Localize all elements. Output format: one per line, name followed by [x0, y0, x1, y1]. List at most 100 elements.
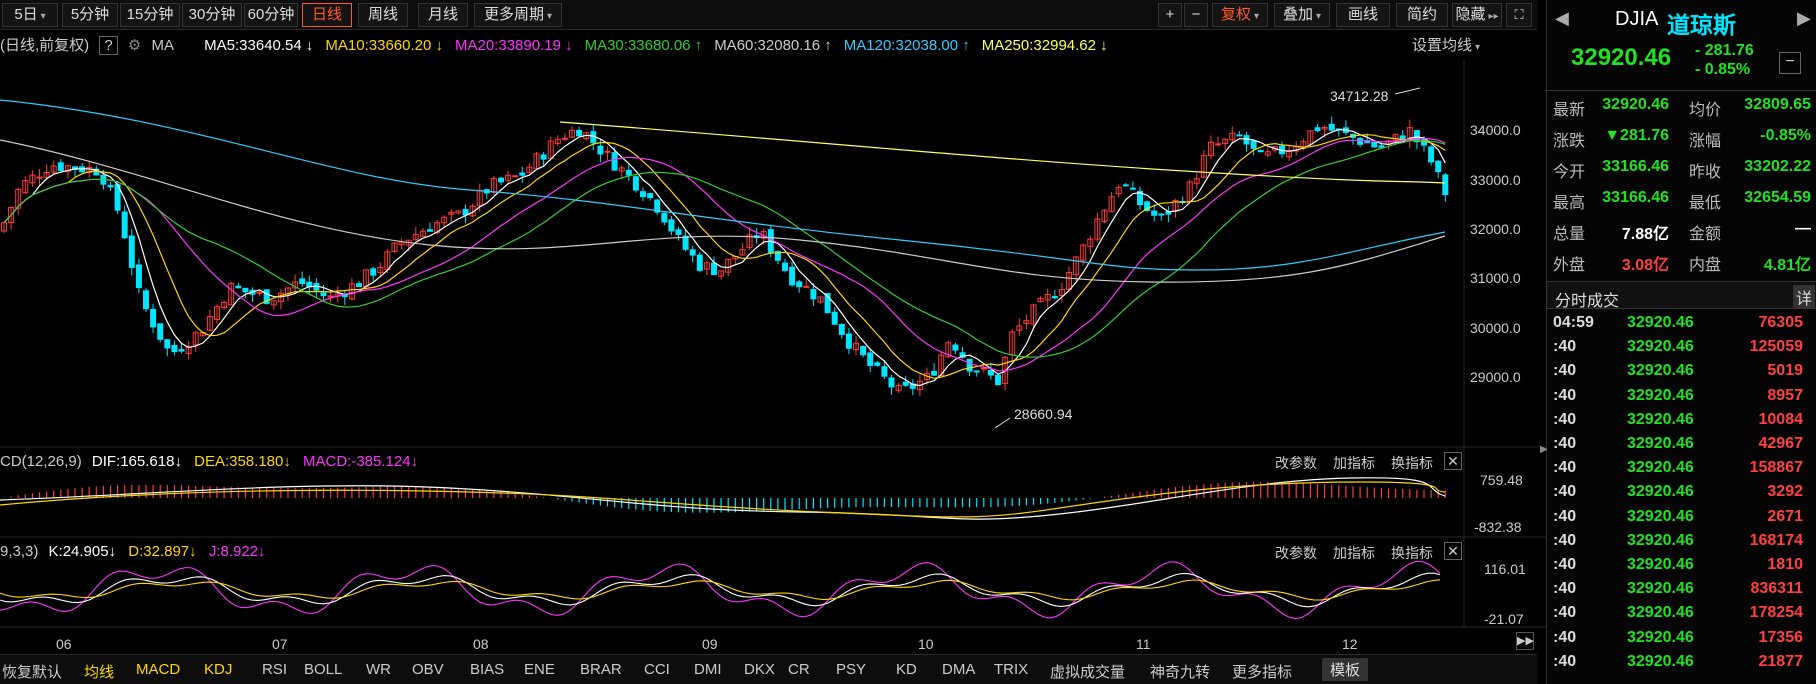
tick-volume: 836311 — [1750, 580, 1803, 598]
macd-switch-indicator-button[interactable]: 换指标 — [1391, 453, 1433, 473]
candle-body — [128, 235, 135, 268]
candle-body — [512, 175, 519, 178]
candle-body — [171, 344, 178, 353]
candle-body — [661, 212, 668, 223]
candle-body — [696, 254, 703, 271]
indicator-tab[interactable]: CCI — [644, 661, 670, 678]
indicator-tab[interactable]: OBV — [412, 661, 444, 678]
tick-row: :40 32920.46 5019 — [1547, 362, 1816, 386]
candle-body — [782, 262, 788, 271]
candle-body — [711, 262, 717, 276]
tick-volume: 2671 — [1767, 507, 1803, 525]
candle-body — [845, 333, 852, 349]
remove-watchlist-button[interactable]: − — [1779, 52, 1801, 74]
tick-price: 32920.46 — [1627, 459, 1694, 477]
tick-row: :40 32920.46 10084 — [1547, 411, 1816, 435]
tick-time: :40 — [1553, 459, 1577, 477]
ma5-line — [3, 129, 1446, 387]
scroll-right-icon[interactable]: ▶▶ — [1516, 632, 1534, 650]
stat-value: 4.81亿 — [1763, 257, 1811, 274]
tick-volume: 76305 — [1758, 314, 1804, 331]
indicator-tab[interactable]: KDJ — [204, 661, 232, 678]
stat-value: 33166.46 — [1602, 189, 1669, 206]
indicator-tab[interactable]: 神奇九转 — [1150, 661, 1210, 682]
indicator-tab[interactable]: PSY — [836, 661, 866, 678]
tick-row: :40 32920.46 8957 — [1547, 387, 1816, 411]
tick-volume: 5019 — [1767, 362, 1803, 380]
candle-body — [597, 145, 604, 155]
indicator-tab[interactable]: TRIX — [994, 661, 1028, 678]
indicator-tab[interactable]: DKX — [744, 661, 775, 678]
kdj-legend: 9,3,3) K:24.905↓ D:32.897↓ J:8.922↓ — [0, 543, 266, 560]
indicator-tab[interactable]: BRAR — [580, 661, 622, 678]
tick-volume: 8957 — [1767, 386, 1803, 404]
stat-label: 涨幅 — [1689, 133, 1722, 150]
month-tick-label: 12 — [1342, 636, 1358, 652]
candle-body — [973, 370, 980, 373]
ticks-detail-button[interactable]: 详 — [1793, 285, 1816, 309]
tick-price: 32920.46 — [1627, 362, 1694, 380]
tick-row: :40 32920.46 21877 — [1547, 653, 1816, 677]
indicator-tab[interactable]: ENE — [524, 661, 555, 678]
candle-body — [561, 137, 568, 140]
symbol-name: 道琼斯 — [1667, 12, 1736, 38]
last-price: 32920.46 — [1571, 44, 1672, 71]
stat-label: 今开 — [1553, 164, 1586, 181]
tick-price: 32920.46 — [1627, 628, 1694, 646]
next-symbol-icon[interactable]: ▶ — [1797, 8, 1811, 29]
price-change: - 281.76 — [1695, 42, 1754, 59]
tick-time: :40 — [1553, 338, 1577, 356]
indicator-tab[interactable]: RSI — [262, 661, 287, 678]
tick-price: 32920.46 — [1627, 556, 1694, 573]
indicator-tab[interactable]: BOLL — [304, 661, 342, 678]
candle-body — [157, 323, 164, 340]
kdj-title: 9,3,3) — [0, 543, 39, 560]
tick-volume: 21877 — [1758, 652, 1804, 670]
arrow-down-icon: ↓ — [108, 543, 117, 560]
month-tick-label: 10 — [918, 636, 934, 652]
arrow-down-icon: ↓ — [174, 453, 182, 470]
indicator-tab[interactable]: 均线 — [84, 661, 114, 682]
macd-axis-bottom: -832.38 — [1474, 519, 1522, 535]
tick-volume: 158867 — [1749, 459, 1803, 477]
indicator-tab[interactable]: MACD — [136, 661, 180, 678]
candle-body — [320, 292, 327, 297]
indicator-tab[interactable]: WR — [366, 661, 391, 678]
kdj-add-indicator-button[interactable]: 加指标 — [1333, 543, 1375, 563]
tick-price: 32920.46 — [1627, 338, 1694, 356]
candle-body — [647, 193, 654, 199]
stat-value: — — [1795, 220, 1811, 237]
indicator-tab[interactable]: 恢复默认 — [2, 661, 62, 682]
indicator-tab[interactable]: 更多指标 — [1232, 661, 1292, 682]
kdj-switch-indicator-button[interactable]: 换指标 — [1391, 543, 1433, 563]
prev-symbol-icon[interactable]: ◀ — [1555, 8, 1569, 29]
indicator-tab[interactable]: BIAS — [470, 661, 504, 678]
candle-body — [256, 291, 263, 294]
indicator-tab[interactable]: 虚拟成交量 — [1050, 661, 1125, 682]
tick-volume: 42967 — [1758, 435, 1804, 452]
kdj-close-icon[interactable]: ✕ — [1444, 542, 1462, 560]
candle-body — [987, 369, 994, 376]
macd-close-icon[interactable]: ✕ — [1444, 452, 1462, 470]
stat-value: 32809.65 — [1744, 96, 1811, 113]
macd-add-indicator-button[interactable]: 加指标 — [1333, 453, 1375, 473]
indicator-tab[interactable]: CR — [788, 661, 810, 678]
indicator-tab[interactable]: KD — [896, 661, 917, 678]
collapse-panel-icon[interactable]: ▶ — [1540, 444, 1548, 464]
stat-label: 总量 — [1553, 226, 1586, 243]
macd-params-button[interactable]: 改参数 — [1275, 453, 1317, 473]
candle-body — [1364, 141, 1371, 144]
candle-body — [796, 281, 803, 288]
candle-body — [370, 268, 377, 276]
candle-body — [1428, 146, 1435, 163]
indicator-tab[interactable]: DMI — [694, 661, 722, 678]
ticks-header: 分时成交 详 — [1547, 281, 1816, 310]
month-tick-label: 09 — [702, 636, 718, 652]
candle-body — [625, 169, 632, 176]
tick-price: 32920.46 — [1627, 507, 1694, 525]
candle-body — [235, 285, 242, 289]
kdj-params-button[interactable]: 改参数 — [1275, 543, 1317, 563]
indicator-tab[interactable]: DMA — [942, 661, 975, 678]
tick-time: :40 — [1553, 531, 1577, 549]
indicator-tab[interactable]: 模板 — [1322, 658, 1369, 681]
